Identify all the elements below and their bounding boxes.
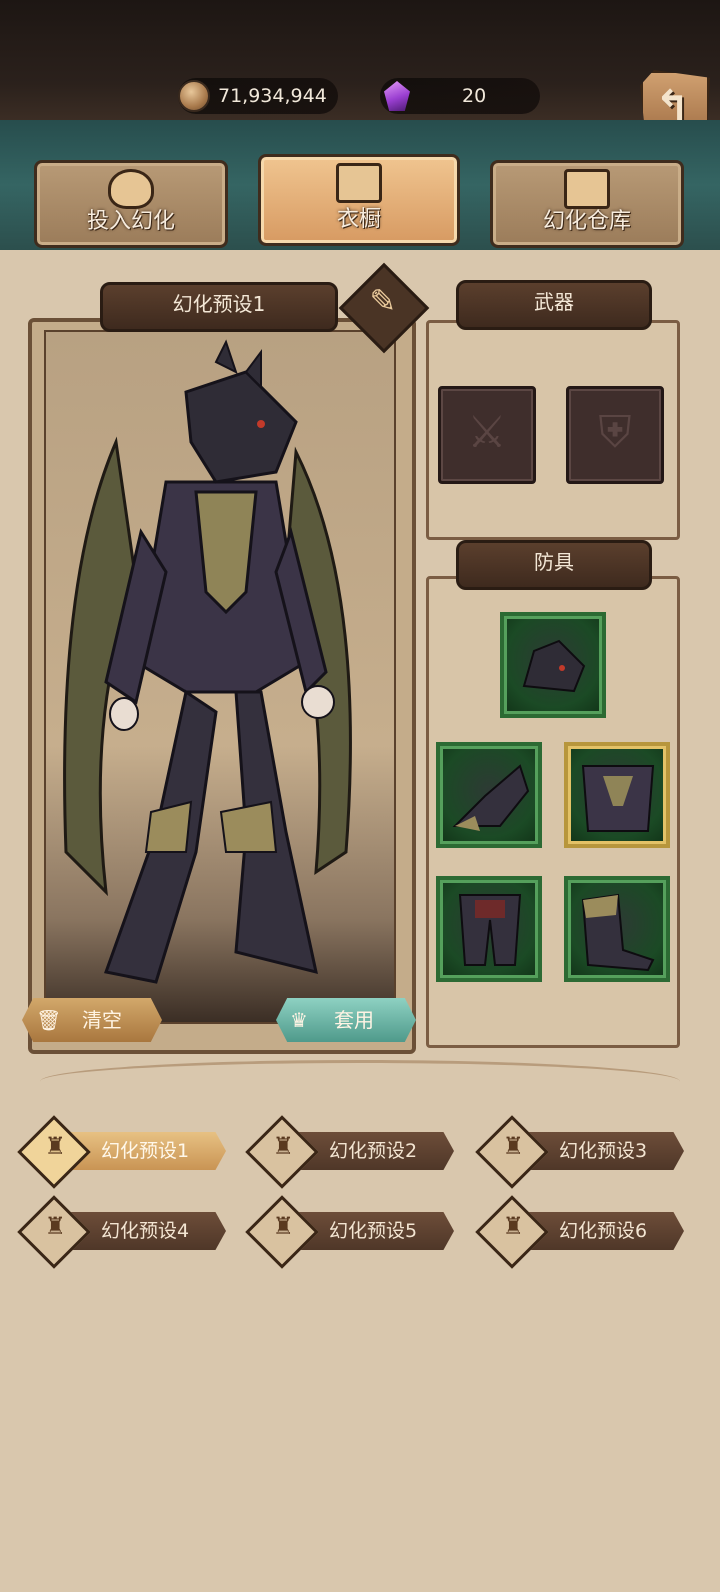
- clear-label: 清空: [82, 1008, 122, 1032]
- tab-invest-transmog[interactable]: 投入幻化: [34, 160, 228, 248]
- sword-icon: ⚔: [467, 407, 507, 458]
- gem-amount: 20: [462, 85, 487, 107]
- gem-counter: 20: [380, 78, 540, 114]
- feather-icon: ✎: [369, 282, 397, 321]
- armor-title: 防具: [456, 540, 652, 590]
- preset-button-5[interactable]: 幻化预设5 ♜: [245, 1195, 456, 1269]
- apply-label: 套用: [334, 1008, 374, 1032]
- ornamental-divider: [40, 1060, 680, 1103]
- gauntlet-icon: [452, 764, 530, 831]
- tab-label: 幻化仓库: [542, 209, 631, 234]
- dragon-helmet-icon: [522, 639, 586, 693]
- weapon-title: 武器: [456, 280, 652, 330]
- coin-icon: [178, 80, 210, 112]
- crown-icon: ♛: [290, 1008, 308, 1032]
- preset-button-1[interactable]: 幻化预设1 ♜: [17, 1115, 228, 1189]
- tab-wardrobe[interactable]: 衣橱: [258, 154, 460, 246]
- preset-button-6[interactable]: 幻化预设6 ♜: [475, 1195, 686, 1269]
- weapon-slot-main[interactable]: ⚔: [438, 386, 536, 484]
- gem-icon: [384, 81, 410, 111]
- armor-slot-chest[interactable]: [564, 742, 670, 848]
- armor-icon: ♜: [245, 1115, 319, 1189]
- boots-icon: [581, 893, 655, 972]
- armor-icon: ♜: [475, 1115, 549, 1189]
- leg-armor-icon: [458, 894, 522, 966]
- preset-button-4[interactable]: 幻化预设4 ♜: [17, 1195, 228, 1269]
- shield-icon: ⛨: [598, 407, 632, 458]
- armor-icon: ♜: [245, 1195, 319, 1269]
- armor-icon: ♜: [17, 1195, 91, 1269]
- armor-slot-legs[interactable]: [436, 876, 542, 982]
- chest-armor-icon: [581, 765, 655, 832]
- coin-counter: 71,934,944: [178, 78, 338, 114]
- character-preview: [44, 330, 396, 1024]
- preset-title: 幻化预设1: [100, 282, 338, 332]
- tab-label: 衣橱: [336, 207, 381, 232]
- armor-slot-gloves[interactable]: [436, 742, 542, 848]
- preset-button-3[interactable]: 幻化预设3 ♜: [475, 1115, 686, 1189]
- clear-button[interactable]: 🗑 清空: [22, 998, 162, 1042]
- armor-icon: ♜: [475, 1195, 549, 1269]
- armor-icon: [336, 163, 382, 203]
- tab-transmog-storage[interactable]: 幻化仓库: [490, 160, 684, 248]
- armor-icon: ♜: [17, 1115, 91, 1189]
- coin-amount: 71,934,944: [218, 85, 327, 107]
- armor-slot-helmet[interactable]: [500, 612, 606, 718]
- preset-button-2[interactable]: 幻化预设2 ♜: [245, 1115, 456, 1189]
- top-bar: [0, 0, 720, 120]
- tab-label: 投入幻化: [86, 209, 175, 234]
- armor-slot-boots[interactable]: [564, 876, 670, 982]
- dragon-knight-figure: [63, 339, 352, 984]
- trash-icon: 🗑: [36, 1008, 62, 1032]
- weapon-slot-offhand[interactable]: ⛨: [566, 386, 664, 484]
- apply-button[interactable]: ♛ 套用: [276, 998, 416, 1042]
